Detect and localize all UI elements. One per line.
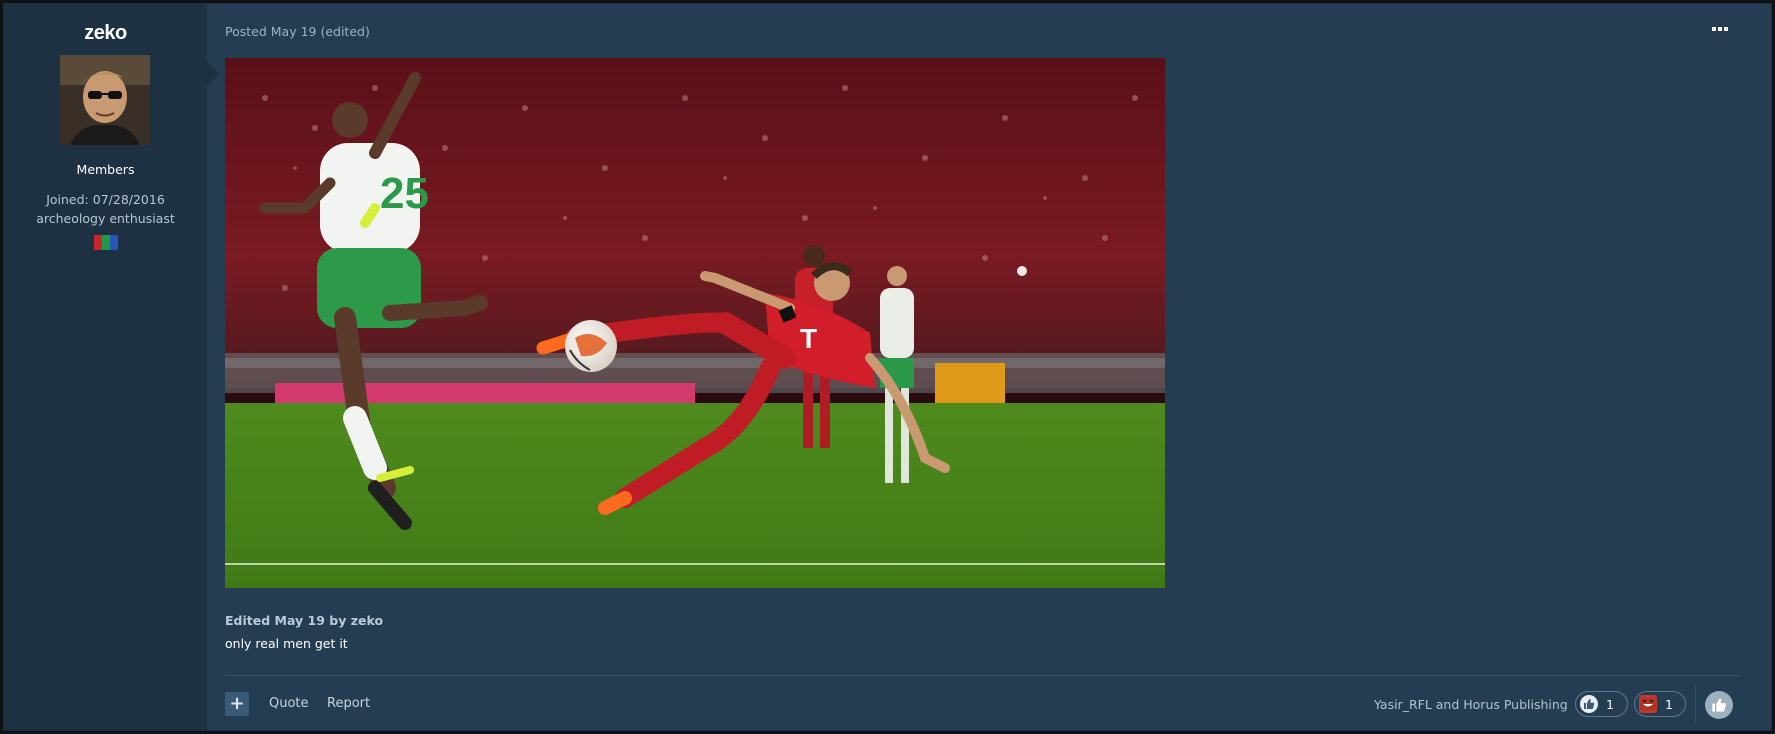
haha-icon <box>1639 695 1657 713</box>
reaction-like[interactable]: 1 <box>1575 691 1628 717</box>
post-date[interactable]: Posted May 19 (edited) <box>225 24 370 39</box>
flag-stripe <box>110 235 118 250</box>
author-pointer-arrow <box>207 62 219 86</box>
post-container: zeko Members Joined: 07/28/2016 archeolo… <box>3 3 1772 731</box>
reactors-summary[interactable]: Yasir_RFL and Horus Publishing <box>1374 697 1568 712</box>
react-button[interactable] <box>1705 691 1733 719</box>
report-button[interactable]: Report <box>327 696 370 711</box>
flag-stripe <box>94 235 102 250</box>
post-footer-divider <box>225 675 1740 676</box>
reaction-count: 1 <box>1606 696 1614 712</box>
svg-text:T: T <box>800 323 817 354</box>
thumbs-up-icon <box>1580 695 1598 713</box>
reaction-divider <box>1695 684 1696 724</box>
thumbs-up-icon <box>1712 698 1727 712</box>
author-joined-date: Joined: 07/28/2016 <box>46 192 165 207</box>
edited-note: Edited May 19 by zeko <box>225 613 384 628</box>
reaction-haha[interactable]: 1 <box>1634 691 1686 717</box>
flag-stripe <box>102 235 110 250</box>
author-name[interactable]: zeko <box>4 22 207 45</box>
multiquote-button[interactable]: + <box>225 692 249 716</box>
post-image[interactable]: 25 T <box>225 58 1165 588</box>
author-custom-title: archeology enthusiast <box>36 211 175 226</box>
avatar[interactable] <box>60 55 150 145</box>
country-flag-icon <box>94 235 118 250</box>
svg-text:25: 25 <box>380 169 429 218</box>
ellipsis-icon[interactable] <box>1708 21 1732 37</box>
reaction-count: 1 <box>1665 696 1673 712</box>
post-body-text: only real men get it <box>225 636 348 651</box>
author-panel: zeko Members Joined: 07/28/2016 archeolo… <box>4 4 207 730</box>
quote-button[interactable]: Quote <box>269 696 309 711</box>
author-group: Members <box>76 162 135 177</box>
